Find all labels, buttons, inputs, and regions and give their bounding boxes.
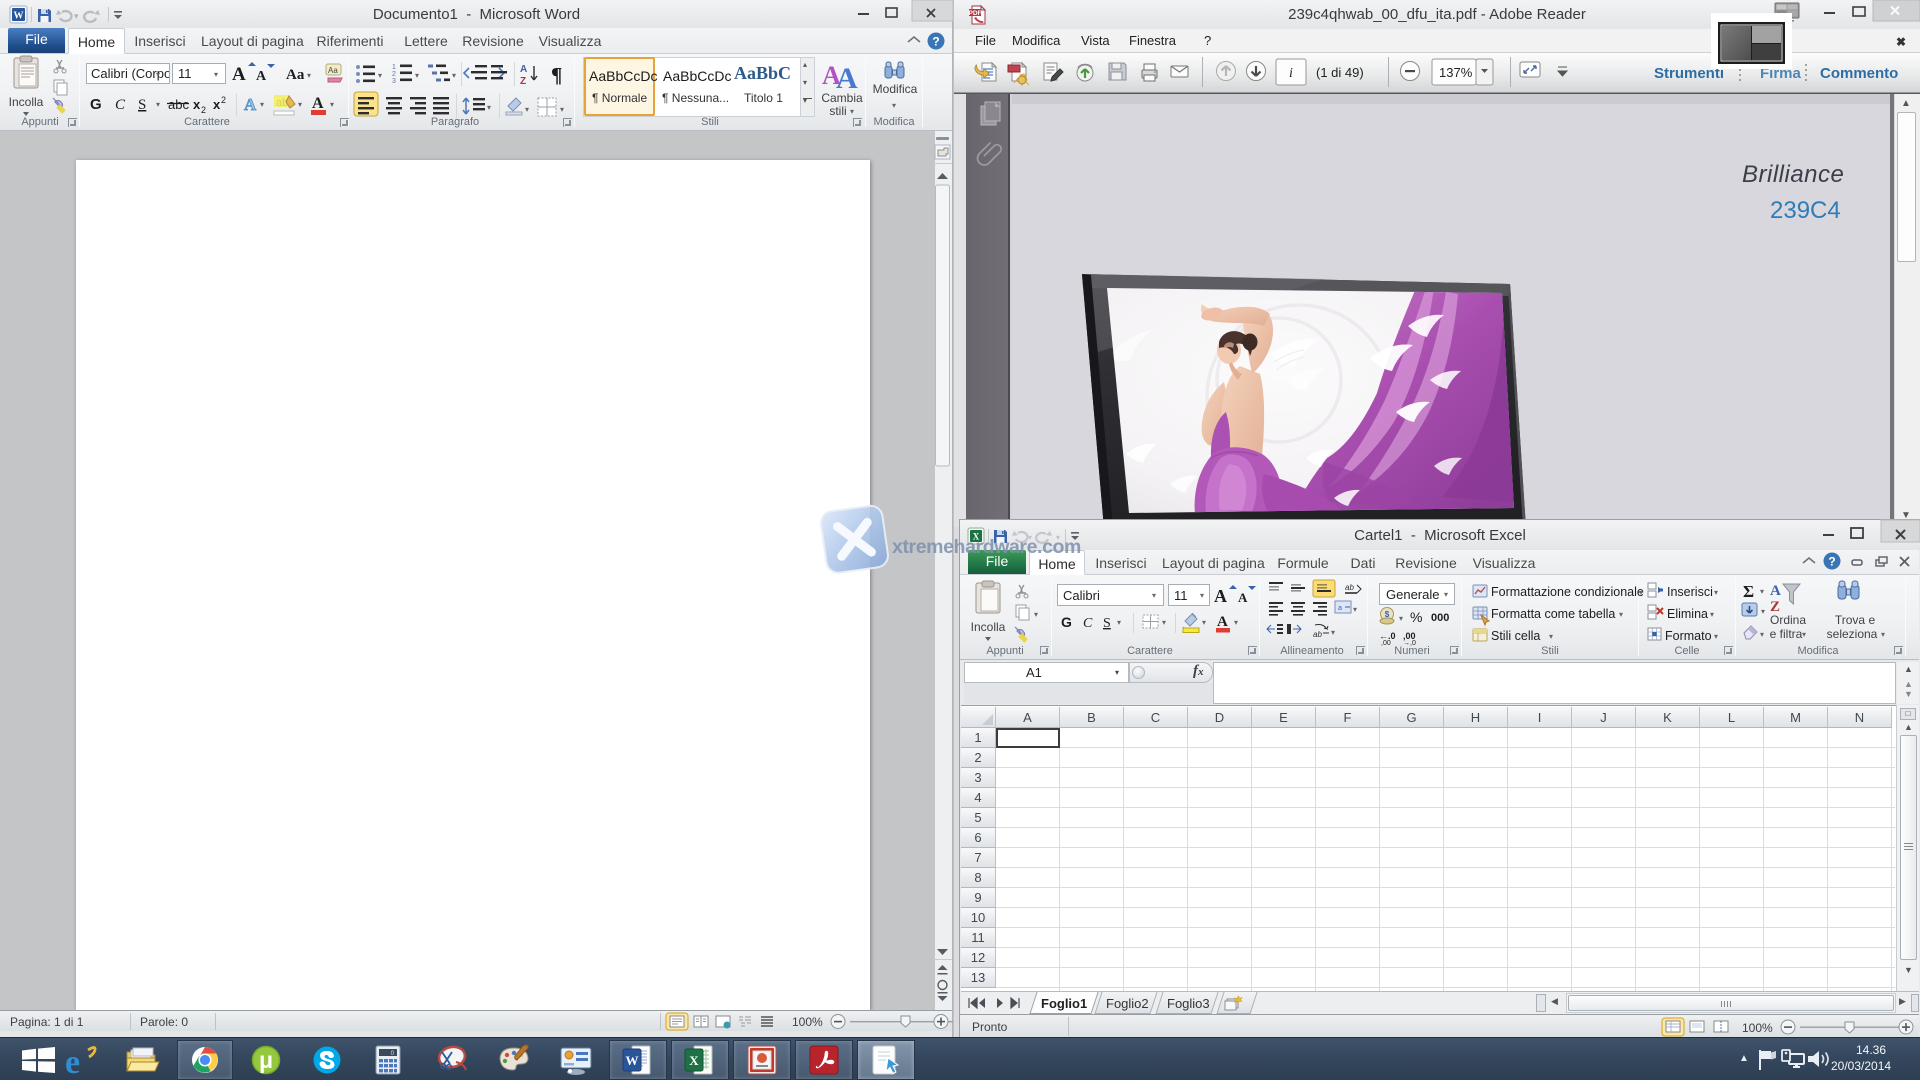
svg-text:Incolla: Incolla	[9, 95, 44, 109]
svg-text:x: x	[213, 97, 221, 112]
svg-text:▾: ▾	[1761, 607, 1765, 616]
svg-text:▾: ▾	[1117, 618, 1121, 627]
svg-text:Elimina: Elimina	[1667, 607, 1708, 621]
svg-text:A: A	[520, 64, 527, 75]
svg-text:xtremehardware.com: xtremehardware.com	[892, 536, 1081, 558]
svg-text:▾: ▾	[560, 105, 564, 114]
svg-text:▾: ▾	[850, 107, 854, 116]
svg-text:x: x	[193, 97, 201, 112]
svg-text:Stili cella: Stili cella	[1491, 629, 1540, 643]
svg-text:▾: ▾	[74, 11, 79, 21]
svg-text:▾: ▾	[307, 71, 311, 80]
svg-text:137%: 137%	[1439, 65, 1473, 80]
svg-text:▾: ▾	[1714, 588, 1718, 597]
svg-text:▾: ▾	[892, 101, 896, 110]
svg-text:2: 2	[392, 71, 396, 78]
svg-text:▾: ▾	[1881, 630, 1885, 639]
svg-text:▾: ▾	[1714, 632, 1718, 641]
svg-text:▾: ▾	[1331, 628, 1335, 637]
svg-text:▾: ▾	[298, 100, 302, 109]
svg-text:100%: 100%	[792, 1015, 823, 1029]
svg-text:seleziona: seleziona	[1827, 627, 1878, 641]
svg-text:▾: ▾	[1399, 614, 1403, 623]
svg-text:Z: Z	[520, 76, 526, 87]
svg-text:100%: 100%	[1742, 1021, 1773, 1035]
svg-text:A: A	[1770, 583, 1781, 599]
svg-text:Formattazione condizionale: Formattazione condizionale	[1491, 585, 1644, 599]
svg-text:Aa: Aa	[286, 67, 305, 83]
svg-text:▾: ▾	[525, 105, 529, 114]
svg-text:▾: ▾	[415, 71, 419, 80]
svg-text:e: e	[65, 1044, 80, 1080]
svg-text:Modifica: Modifica	[873, 82, 918, 96]
svg-text:Incolla: Incolla	[971, 620, 1006, 634]
svg-text:PDF: PDF	[969, 10, 982, 17]
svg-text:abc: abc	[168, 97, 189, 112]
svg-text:1: 1	[392, 64, 396, 71]
svg-text:▾: ▾	[260, 100, 264, 109]
svg-text:X: X	[689, 1053, 699, 1068]
svg-text:?: ?	[932, 35, 939, 49]
svg-text:Commento: Commento	[1820, 65, 1898, 82]
svg-text:▾: ▾	[1549, 632, 1553, 641]
svg-text:→,0: →,0	[1403, 640, 1416, 647]
svg-text:S: S	[1103, 616, 1111, 631]
svg-text:Σ: Σ	[1743, 582, 1754, 601]
svg-text:(1 di 49): (1 di 49)	[1316, 65, 1364, 80]
svg-text:S: S	[138, 97, 146, 113]
svg-text:i: i	[1289, 66, 1293, 81]
svg-text:A: A	[232, 64, 246, 85]
svg-text:▾: ▾	[487, 103, 491, 112]
svg-text:▾: ▾	[1353, 605, 1357, 614]
svg-text:A: A	[1238, 590, 1248, 605]
svg-text:▾: ▾	[1162, 618, 1166, 627]
svg-text:3: 3	[392, 78, 396, 85]
svg-text:ab: ab	[1313, 630, 1322, 639]
svg-text:W: W	[14, 11, 24, 22]
svg-text:▾: ▾	[1760, 630, 1764, 639]
svg-text:▾: ▾	[452, 71, 456, 80]
svg-text:e filtra: e filtra	[1770, 627, 1803, 641]
svg-text:%: %	[1410, 609, 1422, 625]
svg-text:▾: ▾	[1034, 610, 1038, 619]
svg-text:Formato: Formato	[1665, 629, 1712, 643]
svg-text:▾: ▾	[1760, 587, 1764, 596]
svg-text:2: 2	[221, 95, 226, 105]
svg-text:Aa: Aa	[328, 66, 338, 75]
svg-text:G: G	[1061, 614, 1072, 630]
svg-text:▾: ▾	[1234, 618, 1238, 627]
svg-text:▾: ▾	[1710, 610, 1714, 619]
svg-text:W: W	[626, 1053, 639, 1068]
svg-text:A: A	[1214, 586, 1227, 606]
svg-text:Cambia: Cambia	[821, 91, 863, 105]
svg-text:μ: μ	[259, 1047, 273, 1073]
svg-text:A: A	[244, 95, 257, 114]
svg-text:Formatta come tabella: Formatta come tabella	[1491, 607, 1615, 621]
svg-text:stili: stili	[829, 104, 846, 118]
svg-text:?: ?	[1828, 555, 1835, 569]
svg-text:000: 000	[1431, 612, 1449, 624]
svg-text:Trova e: Trova e	[1835, 613, 1876, 627]
svg-text:¶: ¶	[551, 63, 562, 87]
svg-text:2: 2	[201, 105, 206, 115]
svg-text:a: a	[1338, 605, 1342, 612]
svg-text:▾: ▾	[1202, 618, 1206, 627]
svg-text:A: A	[1217, 614, 1228, 630]
svg-text:A: A	[312, 95, 324, 112]
svg-text:▾: ▾	[1619, 610, 1623, 619]
svg-text:Inserisci: Inserisci	[1667, 585, 1713, 599]
svg-text:A: A	[256, 69, 267, 84]
svg-text:▾: ▾	[378, 71, 382, 80]
svg-text:▾: ▾	[156, 100, 160, 109]
svg-text:▾: ▾	[1802, 630, 1806, 639]
svg-text:ab: ab	[1345, 583, 1354, 592]
svg-text:▾: ▾	[330, 100, 334, 109]
svg-text:Ordina: Ordina	[1770, 613, 1806, 627]
svg-text:,00: ,00	[1381, 640, 1391, 647]
svg-text:C: C	[1083, 616, 1093, 631]
svg-text:G: G	[90, 96, 102, 113]
svg-text:C: C	[115, 97, 126, 113]
